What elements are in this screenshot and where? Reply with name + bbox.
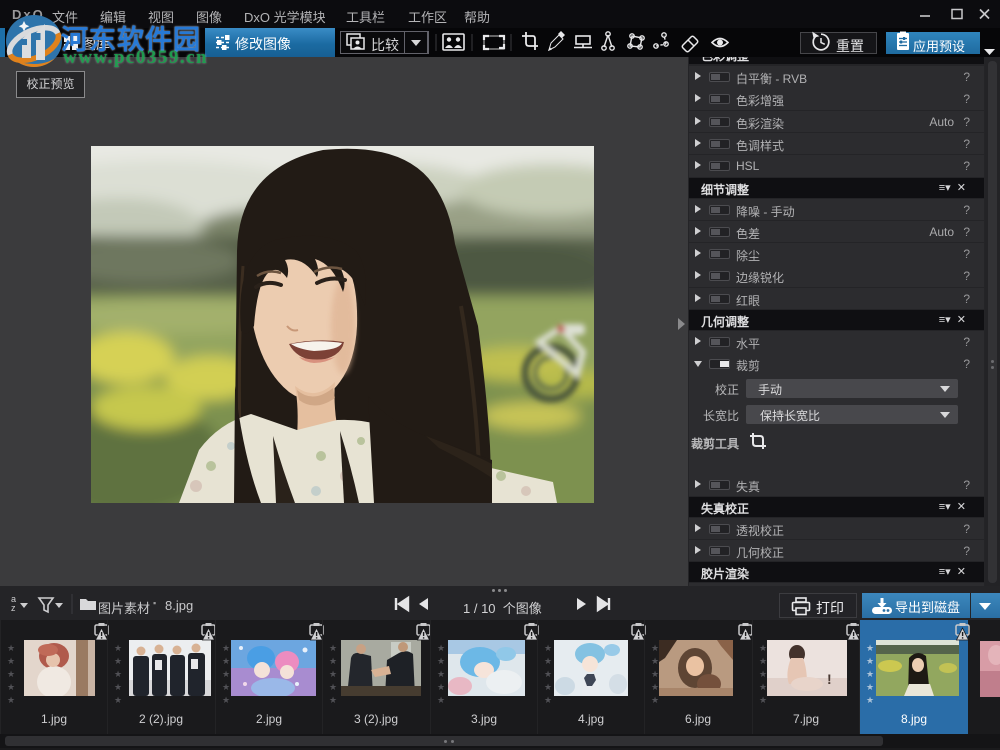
svg-text:!: ! bbox=[827, 671, 832, 687]
svg-text:z: z bbox=[11, 603, 16, 613]
